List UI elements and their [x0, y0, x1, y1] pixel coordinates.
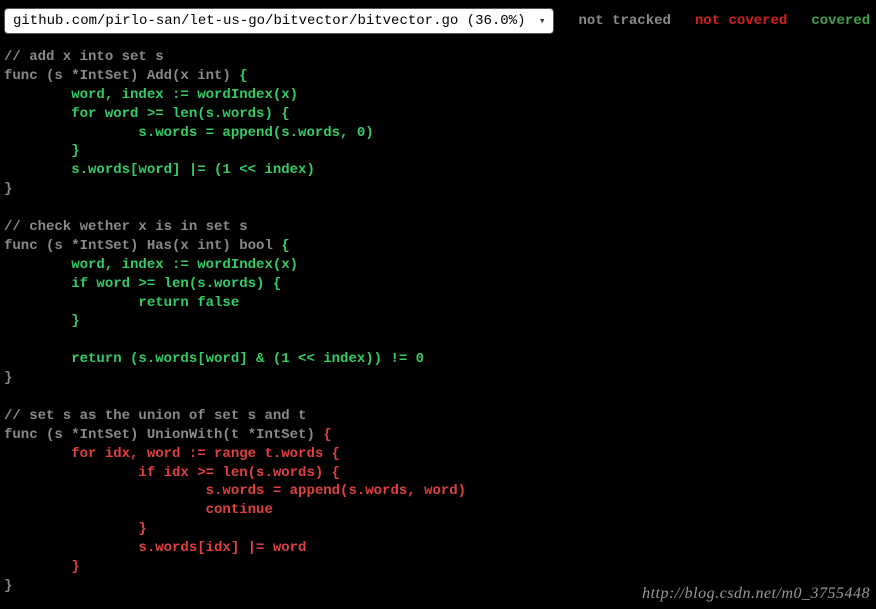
code-token: } — [4, 521, 147, 537]
code-token: } — [4, 313, 80, 329]
code-token: { — [323, 427, 331, 443]
code-line: if word >= len(s.words) { — [4, 275, 872, 294]
code-token: s.words[word] |= (1 << index) — [4, 162, 315, 178]
code-line: // set s as the union of set s and t — [4, 407, 872, 426]
code-token: func (s *IntSet) Add(x int) — [4, 68, 239, 84]
code-token: // set s as the union of set s and t — [4, 408, 306, 424]
watermark: http://blog.csdn.net/m0_3755448 — [642, 585, 870, 603]
code-token: word, index := wordIndex(x) — [4, 257, 298, 273]
file-select-label: github.com/pirlo-san/let-us-go/bitvector… — [13, 13, 525, 29]
code-line: word, index := wordIndex(x) — [4, 86, 872, 105]
code-line: } — [4, 142, 872, 161]
code-token: if word >= len(s.words) { — [4, 276, 281, 292]
code-token — [4, 389, 12, 405]
code-token: } — [4, 181, 12, 197]
code-token: for idx, word := range t.words { — [4, 446, 340, 462]
legend-not-covered: not covered — [695, 13, 787, 29]
code-line: } — [4, 312, 872, 331]
code-line: } — [4, 369, 872, 388]
code-token: } — [4, 143, 80, 159]
code-token: // check wether x is in set s — [4, 219, 248, 235]
code-token: } — [4, 578, 12, 594]
code-line: for idx, word := range t.words { — [4, 445, 872, 464]
code-line: // check wether x is in set s — [4, 218, 872, 237]
code-line — [4, 331, 872, 350]
code-token: s.words[idx] |= word — [4, 540, 306, 556]
code-line — [4, 388, 872, 407]
code-line: return (s.words[word] & (1 << index)) !=… — [4, 350, 872, 369]
file-select[interactable]: github.com/pirlo-san/let-us-go/bitvector… — [4, 8, 554, 34]
code-token: } — [4, 559, 80, 575]
code-token — [4, 200, 12, 216]
code-line: s.words = append(s.words, word) — [4, 482, 872, 501]
code-token — [4, 332, 12, 348]
code-token: { — [239, 68, 247, 84]
code-token: return false — [4, 295, 239, 311]
code-token: for word >= len(s.words) { — [4, 106, 290, 122]
legend-not-tracked: not tracked — [578, 13, 670, 29]
code-token: return (s.words[word] & (1 << index)) !=… — [4, 351, 424, 367]
code-line: for word >= len(s.words) { — [4, 105, 872, 124]
code-line: func (s *IntSet) Add(x int) { — [4, 67, 872, 86]
code-line: func (s *IntSet) Has(x int) bool { — [4, 237, 872, 256]
code-token: // add x into set s — [4, 49, 164, 65]
code-line: // add x into set s — [4, 48, 872, 67]
code-view: // add x into set s func (s *IntSet) Add(… — [0, 42, 876, 596]
code-line: return false — [4, 294, 872, 313]
code-line: continue — [4, 501, 872, 520]
code-token: } — [4, 370, 12, 386]
code-line — [4, 199, 872, 218]
code-token: if idx >= len(s.words) { — [4, 465, 340, 481]
code-line: } — [4, 180, 872, 199]
legend-covered: covered — [811, 13, 870, 29]
chevron-down-icon: ▾ — [539, 14, 546, 28]
code-token: s.words = append(s.words, word) — [4, 483, 466, 499]
code-line: } — [4, 558, 872, 577]
code-token: { — [281, 238, 289, 254]
code-token: func (s *IntSet) UnionWith(t *IntSet) — [4, 427, 323, 443]
topbar: github.com/pirlo-san/let-us-go/bitvector… — [0, 0, 876, 42]
code-token: word, index := wordIndex(x) — [4, 87, 298, 103]
code-line: s.words = append(s.words, 0) — [4, 124, 872, 143]
code-token: func (s *IntSet) Has(x int) bool — [4, 238, 281, 254]
code-line: s.words[idx] |= word — [4, 539, 872, 558]
code-line: s.words[word] |= (1 << index) — [4, 161, 872, 180]
code-line: if idx >= len(s.words) { — [4, 464, 872, 483]
code-line: word, index := wordIndex(x) — [4, 256, 872, 275]
code-line: } — [4, 520, 872, 539]
code-token: continue — [4, 502, 273, 518]
code-line: func (s *IntSet) UnionWith(t *IntSet) { — [4, 426, 872, 445]
code-token: s.words = append(s.words, 0) — [4, 125, 374, 141]
